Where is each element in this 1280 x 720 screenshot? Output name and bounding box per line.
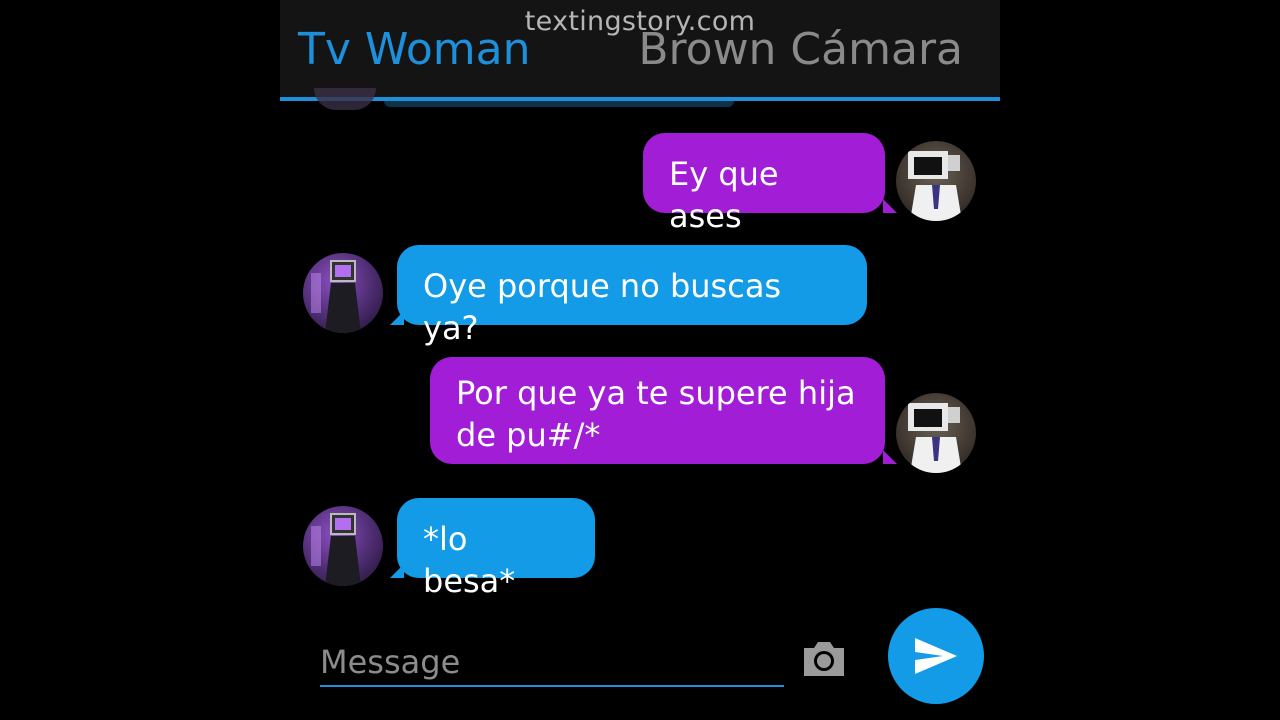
avatar-brown-camara[interactable]: [896, 393, 976, 473]
send-icon: [915, 638, 957, 674]
chat-screen: textingstory.com Tv Woman Brown Cámara E…: [280, 0, 1000, 720]
scrolled-bubble-peek: [384, 101, 734, 107]
message-input-underline: [320, 685, 784, 687]
bubble-tail: [883, 450, 897, 464]
avatar-tv-woman[interactable]: [303, 253, 383, 333]
send-button[interactable]: [888, 608, 984, 704]
message-bubble-received[interactable]: Oye porque no buscas ya?: [397, 245, 867, 347]
tv-head-avatar-icon: [311, 260, 361, 333]
tv-head-avatar-icon: [311, 513, 361, 586]
camera-head-avatar-icon: [908, 151, 962, 221]
bubble-tail: [883, 199, 897, 213]
message-bubble-received[interactable]: *lo besa*: [397, 498, 595, 600]
camera-head-avatar-icon: [908, 403, 962, 473]
scrolled-avatar-peek: [314, 88, 376, 110]
contact-name-right[interactable]: Brown Cámara: [638, 24, 963, 75]
message-input[interactable]: [320, 640, 784, 684]
message-bubble-sent[interactable]: Por que ya te supere hija de pu#/*: [430, 357, 885, 464]
camera-icon[interactable]: [800, 638, 848, 678]
chat-header: textingstory.com Tv Woman Brown Cámara: [280, 0, 1000, 101]
avatar-brown-camara[interactable]: [896, 141, 976, 221]
avatar-tv-woman[interactable]: [303, 506, 383, 586]
contact-name-left[interactable]: Tv Woman: [298, 24, 530, 75]
message-bubble-sent[interactable]: Ey que ases: [643, 133, 885, 235]
